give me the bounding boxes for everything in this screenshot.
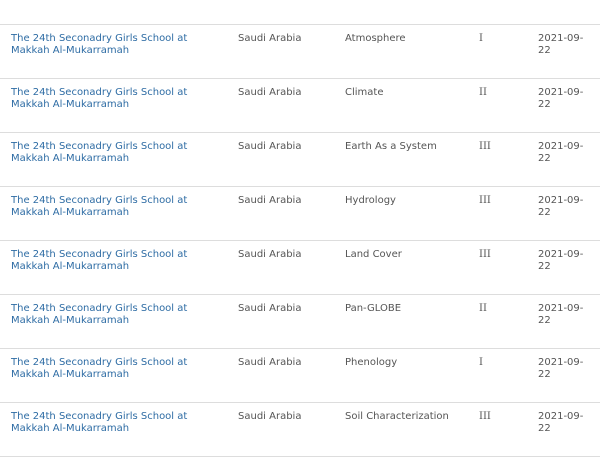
date-cell: 2021-09-22 bbox=[538, 411, 584, 434]
date-cell: 2021-09-22 bbox=[538, 249, 584, 272]
level-cell: I bbox=[479, 33, 483, 44]
country-cell: Saudi Arabia bbox=[238, 303, 302, 314]
level-cell: I bbox=[479, 357, 483, 368]
date-cell: 2021-09-22 bbox=[538, 33, 584, 56]
date-cell: 2021-09-22 bbox=[538, 87, 584, 110]
country-cell: Saudi Arabia bbox=[238, 33, 302, 44]
protocol-cell: Hydrology bbox=[345, 195, 396, 206]
school-link[interactable]: The 24th Seconadry Girls School at Makka… bbox=[11, 141, 216, 165]
date-cell: 2021-09-22 bbox=[538, 195, 584, 218]
table-body: The 24th Seconadry Girls School at Makka… bbox=[0, 25, 600, 457]
date-cell: 2021-09-22 bbox=[538, 303, 584, 326]
level-cell: II bbox=[479, 87, 487, 98]
table-row: The 24th Seconadry Girls School at Makka… bbox=[0, 133, 600, 187]
table-row: The 24th Seconadry Girls School at Makka… bbox=[0, 403, 600, 457]
table-row: The 24th Seconadry Girls School at Makka… bbox=[0, 295, 600, 349]
protocol-cell: Land Cover bbox=[345, 249, 402, 260]
level-cell: III bbox=[479, 195, 491, 206]
protocol-cell: Pan-GLOBE bbox=[345, 303, 402, 314]
date-cell: 2021-09-22 bbox=[538, 141, 584, 164]
school-link[interactable]: The 24th Seconadry Girls School at Makka… bbox=[11, 249, 216, 273]
country-cell: Saudi Arabia bbox=[238, 87, 302, 98]
school-link[interactable]: The 24th Seconadry Girls School at Makka… bbox=[11, 87, 216, 111]
table-row: The 24th Seconadry Girls School at Makka… bbox=[0, 79, 600, 133]
country-cell: Saudi Arabia bbox=[238, 195, 302, 206]
country-cell: Saudi Arabia bbox=[238, 249, 302, 260]
country-cell: Saudi Arabia bbox=[238, 357, 302, 368]
previous-row-end bbox=[0, 0, 600, 25]
table-row: The 24th Seconadry Girls School at Makka… bbox=[0, 349, 600, 403]
school-link[interactable]: The 24th Seconadry Girls School at Makka… bbox=[11, 33, 216, 57]
school-link[interactable]: The 24th Seconadry Girls School at Makka… bbox=[11, 303, 216, 327]
protocol-cell: Earth As a System bbox=[345, 141, 437, 152]
protocol-cell: Climate bbox=[345, 87, 384, 98]
date-cell: 2021-09-22 bbox=[538, 357, 584, 380]
school-link[interactable]: The 24th Seconadry Girls School at Makka… bbox=[11, 411, 216, 435]
school-link[interactable]: The 24th Seconadry Girls School at Makka… bbox=[11, 357, 216, 381]
school-link[interactable]: The 24th Seconadry Girls School at Makka… bbox=[11, 195, 216, 219]
country-cell: Saudi Arabia bbox=[238, 411, 302, 422]
level-cell: III bbox=[479, 411, 491, 422]
table-row: The 24th Seconadry Girls School at Makka… bbox=[0, 241, 600, 295]
protocol-cell: Atmosphere bbox=[345, 33, 406, 44]
protocol-cell: Soil Characterization bbox=[345, 411, 449, 422]
level-cell: III bbox=[479, 141, 491, 152]
protocol-cell: Phenology bbox=[345, 357, 398, 368]
table-row: The 24th Seconadry Girls School at Makka… bbox=[0, 25, 600, 79]
results-table: The 24th Seconadry Girls School at Makka… bbox=[0, 0, 600, 457]
level-cell: II bbox=[479, 303, 487, 314]
table-row: The 24th Seconadry Girls School at Makka… bbox=[0, 187, 600, 241]
country-cell: Saudi Arabia bbox=[238, 141, 302, 152]
level-cell: III bbox=[479, 249, 491, 260]
